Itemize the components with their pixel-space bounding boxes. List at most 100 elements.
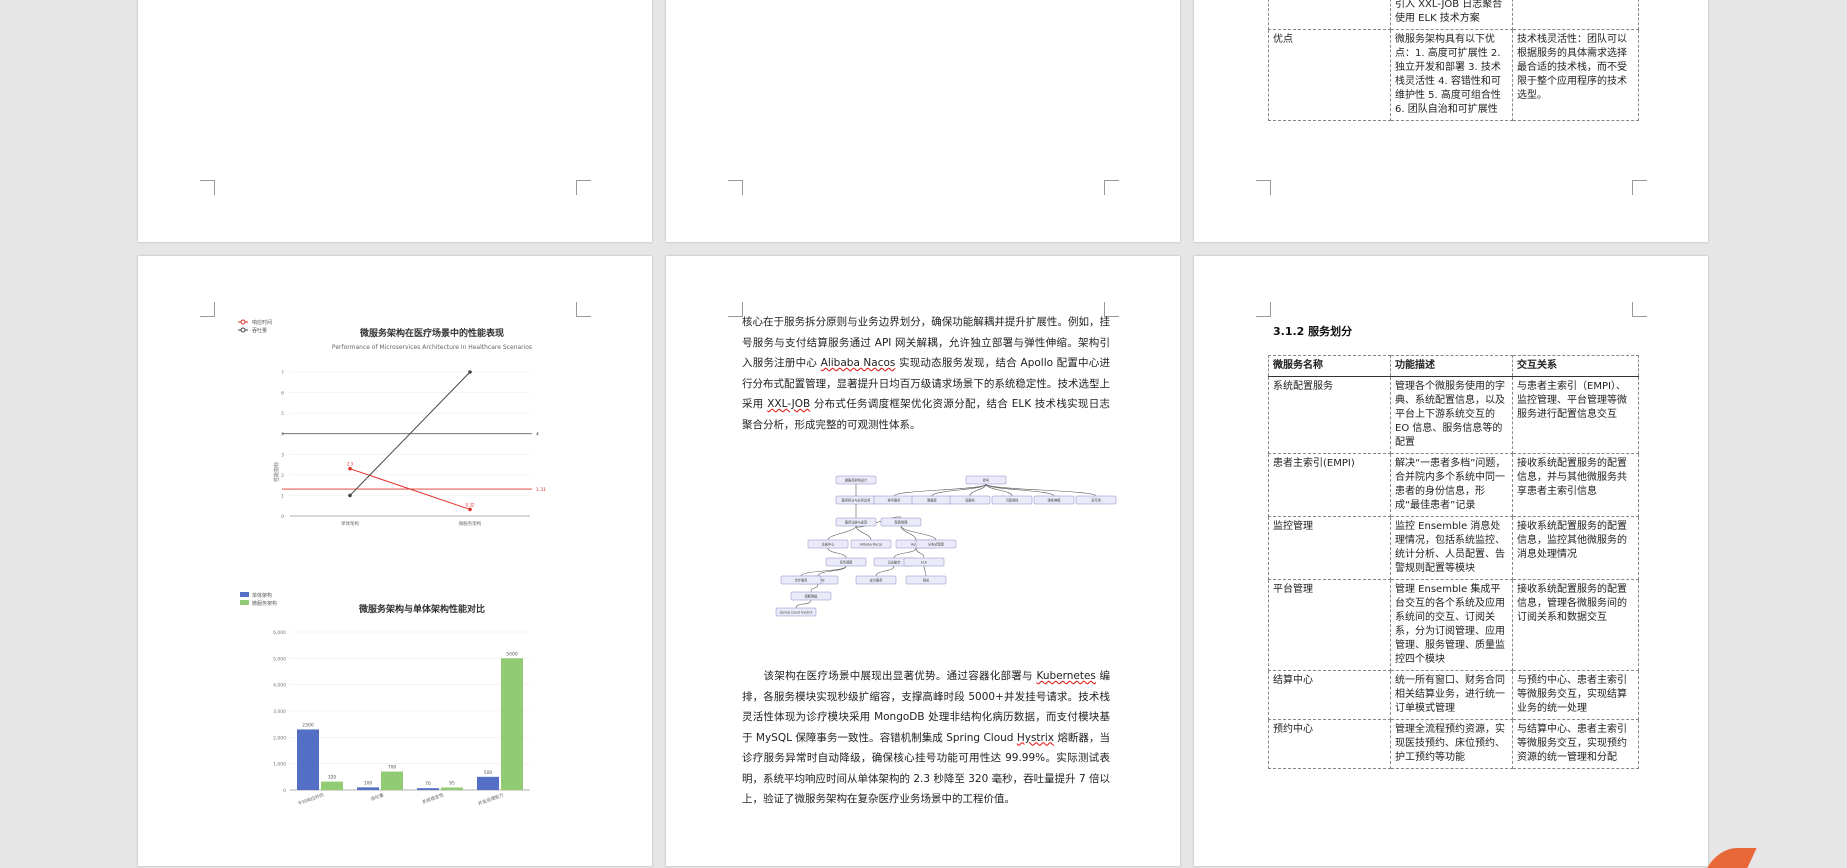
diagram-node-label: 分布式配置 bbox=[928, 542, 944, 547]
diagram-edge bbox=[795, 599, 812, 609]
crop-mark bbox=[576, 180, 591, 195]
table-row: 优点 微服务架构具有以下优点：1. 高度可扩展性 2. 独立开发和部署 3. 技… bbox=[1268, 29, 1639, 121]
diagram-node: 容器化 bbox=[949, 495, 991, 505]
table-cell: 接收系统配置服务的配置信息，管理各微服务间的订阅关系和数据交互 bbox=[1512, 579, 1639, 671]
bar-value-label: 100 bbox=[364, 780, 373, 786]
diagram-node-label: 数据库 bbox=[927, 498, 937, 503]
chart-title: 微服务架构与单体架构性能对比 bbox=[358, 603, 485, 615]
table-cell: 技术栈灵活性：团队可以根据服务的具体需求选择最合适的技术栈，而不受限于整个应用程… bbox=[1512, 29, 1639, 121]
diagram-edge bbox=[810, 583, 819, 593]
crop-mark bbox=[1632, 180, 1647, 195]
paragraph-text: 该架构在医疗场景中展现出显著优势。通过容器化部署与 bbox=[742, 670, 1037, 682]
spellcheck-word: XXL-JOB bbox=[767, 398, 811, 410]
bar-value-label: 5000 bbox=[506, 651, 518, 657]
table-cell: 优点 bbox=[1268, 29, 1391, 121]
table-row: 平台管理 管理 Ensemble 集成平台交互的各个系统及应用系统间的交互、订阅关… bbox=[1268, 579, 1639, 671]
crop-mark bbox=[1256, 180, 1271, 195]
diagram-node: Alibaba Nacos bbox=[850, 539, 892, 549]
x-tick-label: 微服务架构 bbox=[459, 520, 482, 527]
data-label: 2.3 bbox=[347, 462, 354, 467]
section-heading: 3.1.2 服务划分 bbox=[1273, 325, 1353, 338]
crop-mark bbox=[728, 302, 743, 317]
x-tick-label: 系统稳定性 bbox=[421, 791, 445, 805]
crop-mark bbox=[200, 180, 215, 195]
diagram-node: 弹性伸缩 bbox=[1033, 495, 1075, 505]
bar-chart: 单体架构 微服务架构 微服务架构与单体架构性能对比 0 1,000 2,000 3,0… bbox=[240, 592, 530, 807]
diagram-node: 诊疗服务 bbox=[780, 575, 822, 585]
bar bbox=[501, 658, 523, 790]
crop-mark bbox=[576, 302, 591, 317]
page-top-left bbox=[138, 0, 652, 242]
data-point bbox=[348, 493, 352, 498]
y-tick-label: 1 bbox=[281, 493, 284, 499]
diagram-node-label: 注册中心 bbox=[822, 542, 836, 547]
diagram-edge bbox=[827, 525, 857, 541]
y-tick-label: 0 bbox=[283, 788, 286, 794]
table-header-row: 微服务名称 功能描述 交互关系 bbox=[1268, 355, 1639, 377]
spellcheck-word: Kubernetes bbox=[1036, 670, 1096, 682]
bar bbox=[441, 787, 463, 790]
bar bbox=[297, 729, 319, 790]
architecture-diagram: 微服务架构设计服务拆分与业务边界 挂号服务注册与发现 配置管理注册中心 Alibaba… bbox=[775, 475, 1117, 617]
diagram-node-label: ELK bbox=[921, 561, 928, 565]
page-text: 核心在于服务拆分原则与业务边界划分，确保功能解耦并提升扩展性。例如，挂号服务与支… bbox=[666, 256, 1180, 866]
x-tick-label: 单体架构 bbox=[341, 520, 359, 527]
diagram-node: 注册中心 bbox=[807, 539, 849, 549]
data-label: 0.32 bbox=[466, 502, 475, 507]
diagram-node: 服务拆分与业务边界 bbox=[835, 495, 877, 505]
table-cell: 微服务架构具有以下优点：1. 高度可扩展性 2. 独立开发和部署 3. 技术栈灵… bbox=[1390, 29, 1513, 121]
data-point bbox=[348, 466, 352, 471]
table-cell: 结算中心 bbox=[1268, 670, 1391, 720]
y-axis-label: 性能指标 bbox=[273, 462, 280, 482]
table-cell bbox=[1512, 0, 1639, 30]
page-top-middle bbox=[666, 0, 1180, 242]
diagram-edge bbox=[893, 483, 987, 497]
diagram-node-label: 容器化 bbox=[965, 498, 975, 503]
table-row: 系统配置服务 管理各个微服务使用的字典、系统配置信息，以及平台上下游系统交互的 E… bbox=[1268, 376, 1639, 454]
y-tick-label: 0 bbox=[281, 514, 284, 520]
legend-label: 吞吐量 bbox=[252, 327, 267, 334]
table-cell: 引入 XXL-JOB 日志聚合 使用 ELK 技术方案 bbox=[1390, 0, 1513, 30]
y-tick-label: 5 bbox=[281, 411, 284, 417]
diagram-node: 配置管理 bbox=[880, 517, 922, 527]
diagram-node: 挂号服务 bbox=[873, 495, 915, 505]
advantages-table: 引入 XXL-JOB 日志聚合 使用 ELK 技术方案 优点 微服务架构具有以下优… bbox=[1268, 0, 1639, 121]
diagram-edge bbox=[800, 565, 847, 577]
y-tick-label: 4 bbox=[281, 432, 284, 438]
diagram-node-label: 日志聚合 bbox=[888, 560, 902, 565]
diagram-node-label: 弹性伸缩 bbox=[1048, 498, 1062, 503]
table-cell: 系统配置服务 bbox=[1268, 376, 1391, 454]
table-cell bbox=[1268, 0, 1391, 30]
table-cell: 接收系统配置服务的配置信息，监控其他微服务的消息处理情况 bbox=[1512, 516, 1639, 580]
bar-value-label: 2300 bbox=[302, 722, 314, 728]
y-tick-label: 2 bbox=[281, 473, 284, 479]
diagram-node: 挂号 bbox=[965, 475, 1007, 485]
service-table: 微服务名称 功能描述 交互关系 系统配置服务 管理各个微服务使用的字典、系统配置信… bbox=[1268, 355, 1639, 769]
table-cell: 与预约中心、患者主索引等微服务交互，实现结算业务的统一处理 bbox=[1512, 670, 1639, 720]
chart-title: 微服务架构在医疗场景中的性能表现 bbox=[359, 327, 504, 339]
x-tick-label: 并发处理能力 bbox=[477, 791, 505, 807]
diagram-node: 支付服务 bbox=[855, 575, 897, 585]
table-cell: 患者主索引(EMPI) bbox=[1268, 453, 1391, 517]
diagram-node-label: 诊疗服务 bbox=[795, 578, 809, 583]
legend-label: 响应时间 bbox=[252, 319, 272, 326]
bar-value-label: 70 bbox=[425, 781, 431, 787]
column-header: 功能描述 bbox=[1390, 355, 1513, 377]
legend-label: 单体架构 bbox=[252, 592, 272, 599]
x-tick-label: 吞吐量 bbox=[370, 791, 386, 802]
column-header: 微服务名称 bbox=[1268, 355, 1391, 377]
diagram-node-label: 服务注册与发现 bbox=[845, 520, 868, 525]
crop-mark bbox=[200, 302, 215, 317]
bar bbox=[321, 781, 343, 790]
diagram-node: 网关 bbox=[905, 575, 947, 585]
y-tick-label: 6,000 bbox=[273, 630, 286, 636]
diagram-node-label: 高可用 bbox=[1091, 498, 1101, 503]
diagram-node-label: Alibaba Nacos bbox=[860, 543, 883, 547]
diagram-edge bbox=[893, 547, 917, 559]
diagram-node: 数据库 bbox=[911, 495, 953, 505]
bar-value-label: 320 bbox=[328, 775, 337, 781]
table-cell: 预约中心 bbox=[1268, 719, 1391, 769]
crop-mark bbox=[728, 180, 743, 195]
bar-value-label: 95 bbox=[449, 780, 455, 786]
crop-mark bbox=[1256, 302, 1271, 317]
